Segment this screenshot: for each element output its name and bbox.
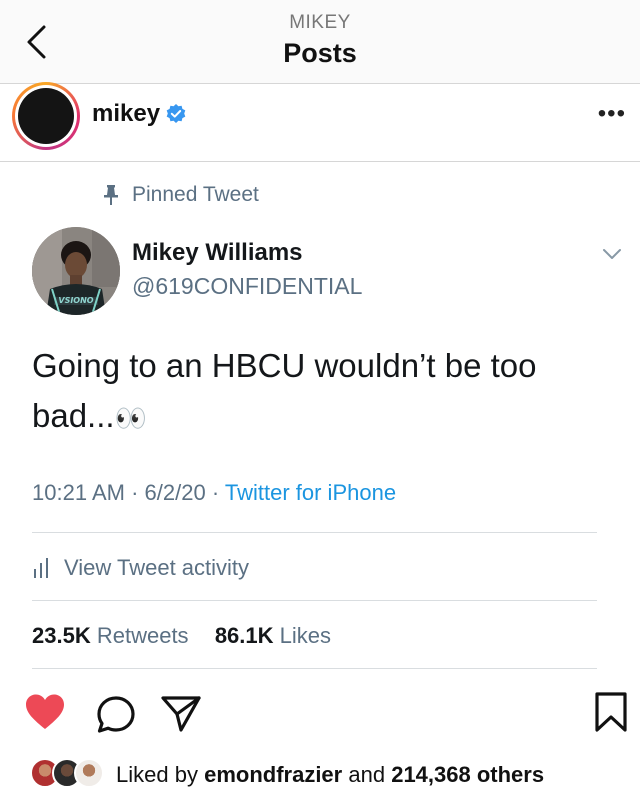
tweet-text: Going to an HBCU wouldn’t be too bad...👀: [32, 341, 592, 443]
activity-icon: [34, 558, 48, 578]
divider: [32, 668, 597, 669]
pinned-row: Pinned Tweet: [104, 183, 259, 207]
pinned-label: Pinned Tweet: [132, 183, 259, 206]
likes-summary: Liked by emondfrazier and 214,368 others: [0, 752, 640, 796]
tweet-text-line-1: Going to an HBCU wouldn’t be too: [32, 347, 537, 384]
tweet-handle[interactable]: @619CONFIDENTIAL: [132, 273, 362, 300]
likes-label[interactable]: Likes: [280, 623, 331, 648]
heart-icon[interactable]: [24, 693, 66, 731]
divider: [32, 600, 597, 601]
liked-by-text: Liked by emondfrazier and 214,368 others: [116, 762, 545, 787]
liked-by-user-link[interactable]: emondfrazier: [204, 762, 342, 787]
tweet-date: 6/2/20: [144, 480, 206, 505]
caret-down-icon[interactable]: [602, 247, 622, 261]
more-icon[interactable]: •••: [598, 102, 626, 126]
top-nav-bar: MIKEY Posts: [0, 0, 640, 84]
share-icon[interactable]: [160, 695, 202, 733]
profile-name-label: MIKEY: [289, 12, 351, 33]
tweet-text-line-2: bad...👀: [32, 397, 147, 434]
tweet-meta: 10:21 AM · 6/2/20 · Twitter for iPhone: [32, 480, 397, 505]
liker-avatar[interactable]: [74, 758, 104, 788]
pin-icon: [104, 185, 118, 205]
view-tweet-activity-link[interactable]: View Tweet activity: [32, 555, 249, 581]
retweets-count: 23.5K: [32, 623, 91, 648]
divider: [32, 532, 597, 533]
tweet-time: 10:21 AM: [32, 480, 125, 505]
post-action-bar: [0, 683, 640, 743]
bookmark-icon[interactable]: [594, 691, 628, 733]
tweet-stats: 23.5K Retweets 86.1K Likes: [32, 623, 331, 649]
jersey-text: VSIONO: [58, 296, 93, 305]
comment-icon[interactable]: [96, 695, 136, 735]
verified-badge-icon: [166, 104, 186, 123]
view-tweet-activity-label: View Tweet activity: [64, 555, 250, 580]
likes-count: 86.1K: [214, 623, 274, 648]
eyes-emoji: 👀: [114, 403, 147, 433]
retweets-label[interactable]: Retweets: [97, 623, 189, 648]
post-author-row: mikey •••: [0, 82, 640, 162]
page-title: Posts: [283, 38, 357, 68]
tweet-card: Pinned Tweet VSIONO Mikey Williams @619C…: [0, 163, 640, 683]
avatar: [18, 88, 74, 144]
story-avatar[interactable]: [12, 82, 80, 150]
tweet-author-avatar[interactable]: VSIONO: [32, 227, 120, 315]
avatar-photo: VSIONO: [32, 227, 120, 315]
liked-by-others-link[interactable]: 214,368 others: [391, 762, 544, 787]
tweet-display-name[interactable]: Mikey Williams: [132, 239, 303, 267]
post-username[interactable]: mikey: [92, 100, 160, 128]
tweet-source-link[interactable]: Twitter for iPhone: [225, 480, 396, 505]
